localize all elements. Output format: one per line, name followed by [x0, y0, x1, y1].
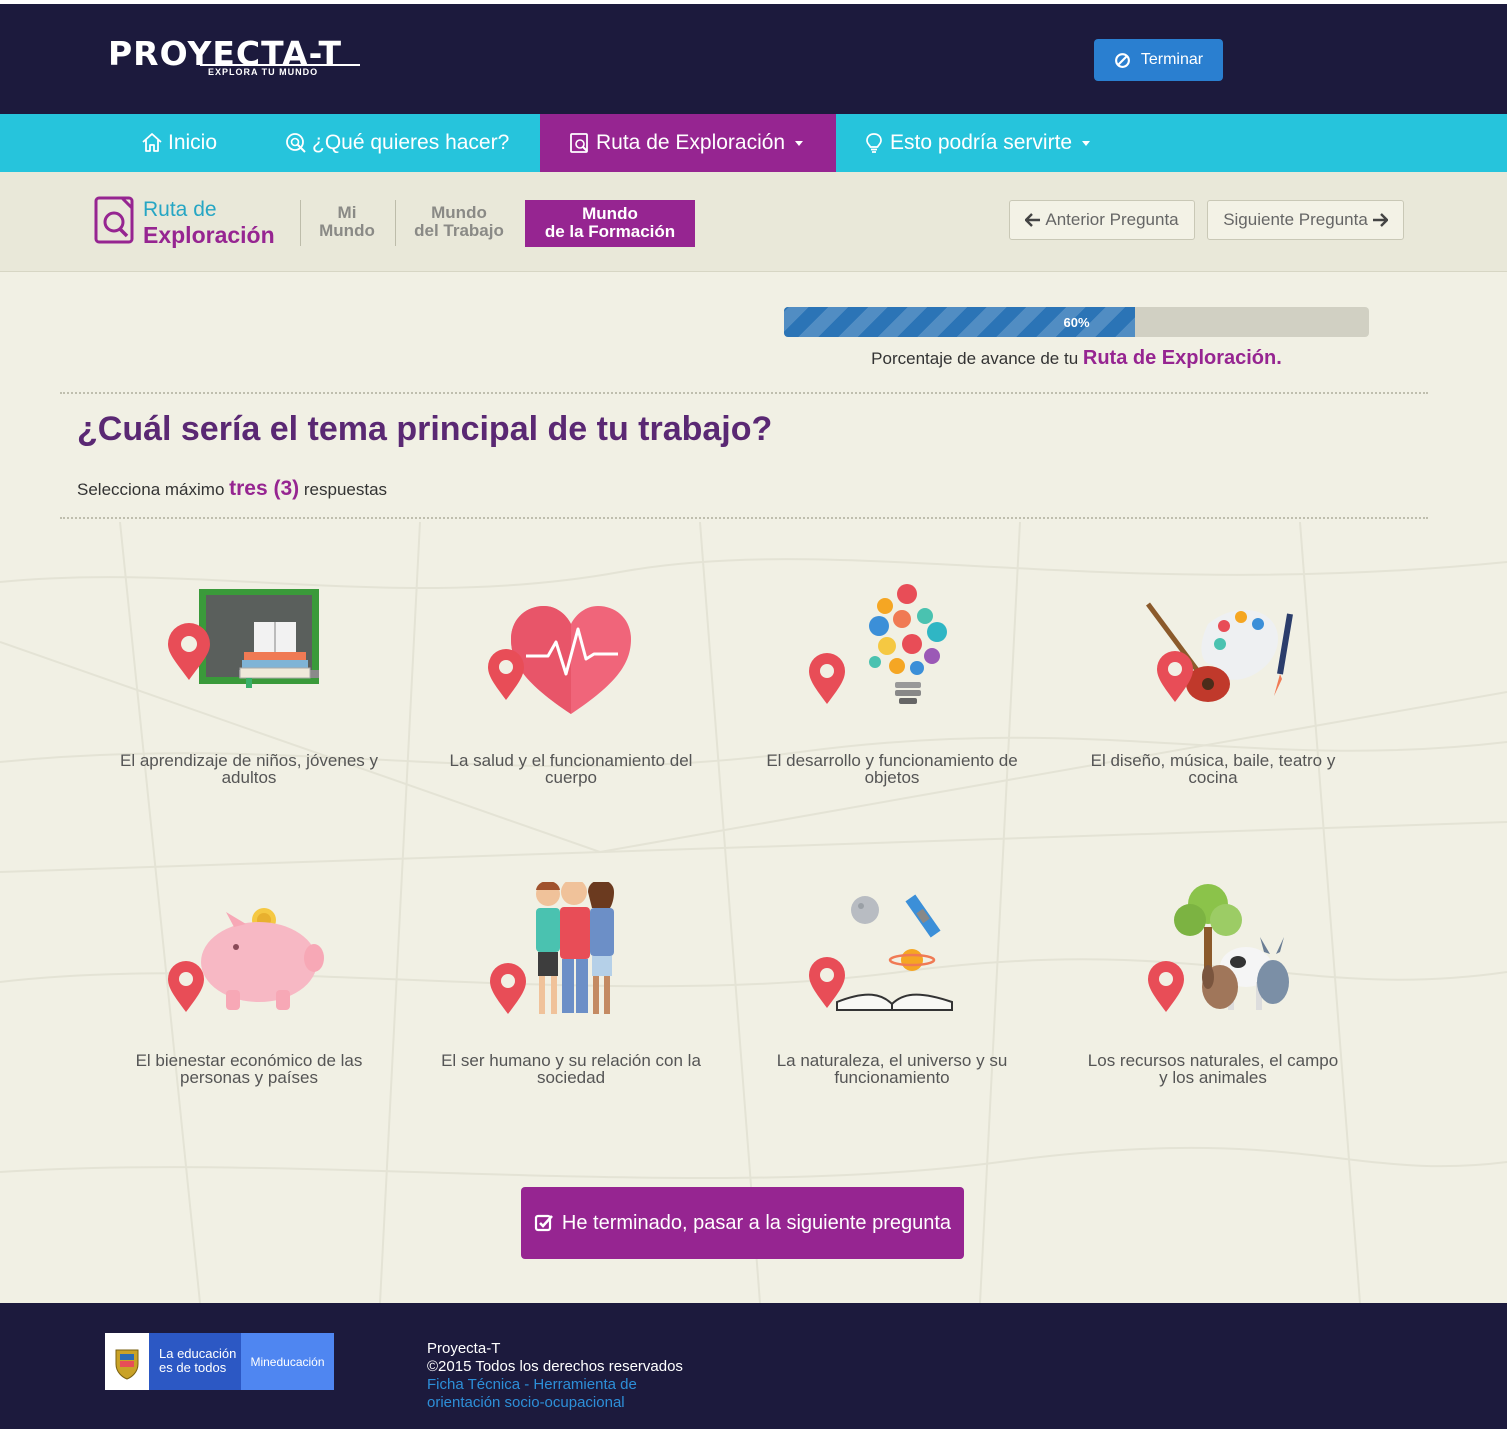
option-desarrollo-objetos[interactable]: El desarrollo y funcionamiento de objetos [742, 584, 1042, 804]
option-label: El aprendizaje de niños, jóvenes y adulto… [120, 751, 378, 787]
previous-question-label: Anterior Pregunta [1045, 210, 1179, 229]
option-bienestar-economico[interactable]: El bienestar económico de las personas y … [99, 882, 399, 1102]
ministry-label: Mineducación [241, 1333, 334, 1390]
exploration-subbar: Ruta de Exploración Mi Mundo Mundo del T… [0, 172, 1507, 272]
option-label: El desarrollo y funcionamiento de objetos [766, 751, 1018, 787]
proyecta-t-logo[interactable]: PROYECTA-T EXPLORA TU MUNDO [108, 34, 378, 82]
mineducacion-logo[interactable]: La educación es de todos Mineducación [105, 1333, 334, 1390]
arrow-right-icon [1372, 213, 1388, 227]
ruta-title-line1: Ruta de [143, 198, 217, 221]
footer-site-name: Proyecta-T [427, 1340, 501, 1357]
step-label-line1: Mi [337, 203, 357, 222]
progress-caption-text: Porcentaje de avance de tu [871, 349, 1083, 368]
question-title: ¿Cuál sería el tema principal de tu trab… [77, 410, 773, 448]
step-label-line2: de la Formación [544, 222, 676, 241]
heart-pulse-icon [488, 606, 631, 714]
option-label: El diseño, música, baile, teatro y cocina [1090, 751, 1336, 787]
divider [60, 517, 1428, 519]
terminar-label: Terminar [1140, 51, 1204, 68]
option-label: La salud y el funcionamiento del cuerpo [449, 751, 693, 787]
education-slogan: La educación es de todos [149, 1333, 241, 1390]
finish-next-question-button[interactable]: He terminado, pasar a la siguiente pregu… [521, 1187, 964, 1259]
progress-bar: 60% [784, 307, 1369, 337]
next-question-label: Siguiente Pregunta [1223, 210, 1368, 229]
footer-info: Proyecta-T ©2015 Todos los derechos rese… [427, 1340, 683, 1412]
nav-item-que-quieres-hacer[interactable]: ¿Qué quieres hacer? [284, 114, 509, 172]
divider [300, 200, 301, 246]
nav-label-ruta-de-exploracion: Ruta de Exploración [596, 131, 786, 154]
ruta-title-line2: Exploración [143, 222, 275, 248]
header: PROYECTA-T EXPLORA TU MUNDO Terminar [0, 4, 1507, 114]
check-square-icon [534, 1214, 553, 1232]
main-navbar: Inicio ¿Qué quieres hacer? Ruta de Explo… [0, 114, 1507, 172]
terminar-button[interactable]: Terminar [1094, 39, 1223, 81]
step-label-line2: Mundo [319, 221, 375, 240]
option-label: Los recursos naturales, el campo y los an… [1087, 1051, 1339, 1087]
chevron-down-icon [1082, 140, 1091, 146]
next-question-button[interactable]: Siguiente Pregunta [1207, 200, 1404, 240]
option-aprendizaje[interactable]: El aprendizaje de niños, jóvenes y adulto… [99, 584, 399, 804]
nav-item-inicio[interactable]: Inicio [140, 114, 217, 172]
chevron-down-icon [795, 140, 804, 146]
step-mundo-de-la-formacion[interactable]: Mundo de la Formación [525, 200, 695, 247]
step-label-line2: del Trabajo [414, 221, 504, 240]
ficha-tecnica-link[interactable]: Ficha Técnica - Herramienta de orientació… [427, 1376, 683, 1412]
nav-label-esto-podria-servirte: Esto podría servirte [890, 131, 1073, 154]
divider [60, 392, 1428, 394]
step-label-line1: Mundo [582, 204, 638, 223]
tree-animals-icon [1148, 884, 1289, 1012]
instruction-text: respuestas [299, 480, 388, 499]
step-label-line1: Mundo [431, 203, 487, 222]
colombia-seal-icon [105, 1333, 149, 1390]
book-universe-icon [809, 894, 953, 1011]
nav-item-esto-podria-servirte[interactable]: Esto podría servirte [862, 114, 1091, 172]
nav-label-que-quieres-hacer: ¿Qué quieres hacer? [312, 131, 510, 154]
guitar-palette-icon [1145, 602, 1293, 702]
progress-caption: Porcentaje de avance de tu Ruta de Explo… [784, 347, 1369, 370]
option-label: El bienestar económico de las personas y … [135, 1051, 363, 1087]
previous-question-button[interactable]: Anterior Pregunta [1009, 200, 1195, 240]
gears-lightbulb-icon [809, 584, 947, 704]
question-instruction: Selecciona máximo tres (3) respuestas [77, 477, 387, 501]
option-naturaleza-universo[interactable]: La naturaleza, el universo y su funcionam… [742, 882, 1042, 1102]
nav-label-inicio: Inicio [168, 131, 218, 154]
main-content: 60% Porcentaje de avance de tu Ruta de E… [0, 272, 1507, 1303]
progress-percent: 60% [1063, 315, 1090, 330]
route-document-icon [94, 196, 134, 244]
option-diseno-musica[interactable]: El diseño, música, baile, teatro y cocina [1063, 584, 1363, 804]
footer-copyright: ©2015 Todos los derechos reservados [427, 1358, 683, 1375]
step-mi-mundo[interactable]: Mi Mundo [312, 204, 382, 240]
lightbulb-icon [866, 133, 882, 153]
progress-caption-highlight: Ruta de Exploración. [1082, 347, 1282, 369]
piggy-bank-icon [168, 908, 324, 1012]
option-label: La naturaleza, el universo y su funcionam… [776, 1051, 1008, 1087]
instruction-text: Selecciona máximo [77, 480, 230, 499]
step-mundo-del-trabajo[interactable]: Mundo del Trabajo [406, 204, 512, 240]
logo-tagline: EXPLORA TU MUNDO [208, 67, 319, 77]
route-document-icon [570, 133, 588, 153]
home-icon [142, 133, 162, 152]
finish-button-label: He terminado, pasar a la siguiente pregu… [561, 1211, 952, 1234]
search-icon [286, 133, 306, 153]
footer: La educación es de todos Mineducación Pro… [0, 1303, 1507, 1429]
divider [395, 200, 396, 246]
people-group-icon [490, 882, 614, 1014]
logo-underline [200, 64, 360, 66]
nav-item-ruta-de-exploracion[interactable]: Ruta de Exploración [540, 114, 836, 172]
option-label: El ser humano y su relación con la socied… [441, 1051, 701, 1087]
option-recursos-naturales[interactable]: Los recursos naturales, el campo y los an… [1063, 882, 1363, 1102]
instruction-highlight: tres (3) [229, 477, 300, 500]
chalkboard-books-icon [168, 589, 319, 688]
option-ser-humano[interactable]: El ser humano y su relación con la socied… [421, 882, 721, 1102]
option-salud[interactable]: La salud y el funcionamiento del cuerpo [421, 584, 721, 804]
ban-icon [1114, 52, 1130, 68]
arrow-left-icon [1025, 213, 1041, 227]
